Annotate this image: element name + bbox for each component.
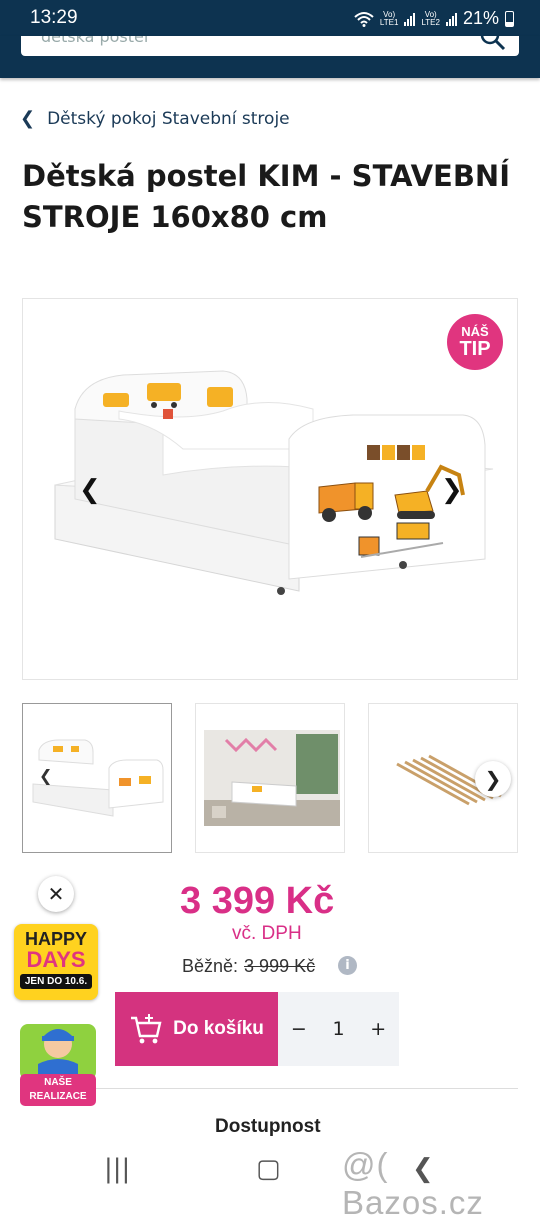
status-icons: Vo) LTE1 Vo) LTE2 21% [354,8,514,29]
close-icon[interactable]: ✕ [38,876,74,912]
realizace-label: NAŠE REALIZACE [20,1074,96,1106]
quantity-value[interactable]: 1 [332,1018,344,1040]
chevron-left-icon[interactable]: ❮ [20,108,35,129]
cart-icon [131,1014,162,1044]
clock: 13:29 [30,7,78,28]
chevron-right-icon[interactable]: ❯ [475,761,511,797]
quantity-minus-button[interactable]: − [291,1018,307,1040]
chevron-right-icon[interactable]: ❯ [441,475,463,505]
happy-line3: JEN DO 10.6. [20,974,92,989]
status-bar: 13:29 Vo) LTE1 Vo) LTE2 21% [0,0,540,36]
home-icon[interactable]: ▢ [256,1154,281,1184]
signal-icon [445,12,457,26]
search-icon[interactable] [479,36,507,52]
product-title: Dětská postel KIM - STAVEBNÍ STROJE 160x… [22,159,510,234]
badge-line2: TIP [459,338,491,360]
thumbnail-bed-front[interactable]: ❮ [22,703,172,853]
breadcrumb-link[interactable]: Dětský pokoj Stavební stroje [47,109,290,129]
network-lte1: Vo) LTE1 [379,9,399,27]
chevron-left-icon[interactable]: ❮ [39,766,52,785]
breadcrumb[interactable]: ❮ Dětský pokoj Stavební stroje [20,108,290,129]
battery-percent: 21% [462,8,499,28]
search-input[interactable]: dětská postel [21,36,519,56]
regular-price: 3 999 Kč [244,956,316,976]
signal-icon [404,12,416,26]
happy-line1: HAPPY [24,929,87,949]
regular-label: Běžně: [182,956,239,976]
product-image-gallery[interactable]: NÁŠ TIP ❮ ❯ [22,298,518,680]
add-to-cart-label: Do košíku [173,1018,264,1039]
badge-line1: NÁŠ [461,324,489,339]
network-lte2: Vo) LTE2 [421,9,440,27]
recent-apps-icon[interactable]: ||| [104,1154,130,1184]
happy-days-badge[interactable]: HAPPY DAYS JEN DO 10.6. [14,924,98,1000]
chevron-left-icon[interactable]: ❮ [79,475,101,505]
watermark: @( Bazos.cz [342,1146,484,1221]
availability-heading: Dostupnost [215,1116,321,1137]
quantity-stepper: − 1 + [278,992,399,1066]
price-current: 3 399 Kč [180,880,335,922]
battery-icon [505,10,514,27]
thumbnail-strip: ❮ ❯ [22,703,518,853]
realizace-badge[interactable]: NAŠE REALIZACE [16,1016,100,1106]
price-regular: Běžně: 3 999 Kč [182,956,315,977]
thumbnail-bed-room[interactable] [195,703,345,853]
wifi-icon [354,11,374,27]
happy-line2: DAYS [26,947,86,972]
thumbnail-slatted-base[interactable]: ❯ [368,703,518,853]
quantity-plus-button[interactable]: + [370,1018,386,1040]
info-icon[interactable]: i [338,956,357,975]
our-tip-badge: NÁŠ TIP [447,314,503,370]
room-thumbnail [204,730,340,826]
site-header: dětská postel [0,36,540,78]
worker-icon [20,1024,96,1080]
add-to-cart-button[interactable]: Do košíku [115,992,278,1066]
price-vat-label: vč. DPH [232,923,302,944]
search-placeholder: dětská postel [41,36,149,46]
